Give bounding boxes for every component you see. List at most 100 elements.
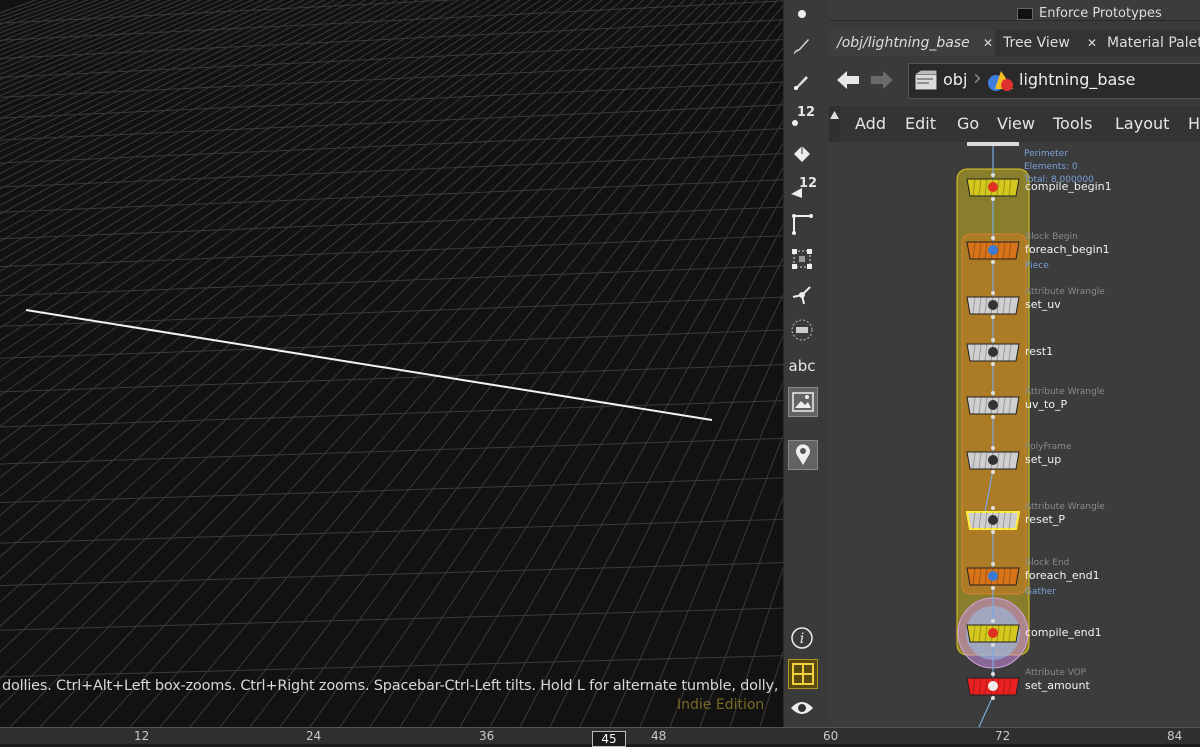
node-input xyxy=(991,173,995,177)
network-editor-pane: Enforce Prototypes /obj/lightning_base ✕… xyxy=(821,0,1200,727)
node-input xyxy=(991,391,995,395)
wire xyxy=(978,695,994,727)
display-12-icon[interactable]: 12 xyxy=(788,174,818,202)
node-input xyxy=(991,338,995,342)
scene-viewport[interactable]: dollies. Ctrl+Alt+Left box-zooms. Ctrl+R… xyxy=(0,0,783,727)
node-type-label: Attribute Wrangle xyxy=(1025,287,1105,297)
grid-view-icon[interactable] xyxy=(788,659,818,689)
viewport-hint-text: dollies. Ctrl+Alt+Left box-zooms. Ctrl+R… xyxy=(2,678,779,694)
paint-bucket-icon[interactable] xyxy=(788,139,816,167)
menu-layout[interactable]: Layout xyxy=(1115,114,1169,133)
node-name-compile_end1[interactable]: compile_end1 xyxy=(1025,626,1102,639)
timeline-tick: 12 xyxy=(134,729,150,743)
node-icon xyxy=(988,400,998,410)
current-frame-marker[interactable]: 45 xyxy=(592,731,626,747)
node-input xyxy=(991,562,995,566)
snap-12-icon[interactable]: 12 xyxy=(788,103,816,131)
pin-icon[interactable] xyxy=(788,440,818,470)
tab-network-path[interactable]: /obj/lightning_base ✕ xyxy=(829,30,999,56)
node-icon xyxy=(988,347,998,357)
node-icon xyxy=(988,245,998,255)
node-name-reset_P[interactable]: reset_P xyxy=(1025,513,1065,526)
network-path[interactable]: obj › lightning_base xyxy=(908,63,1200,99)
node-type-label: Attribute Wrangle xyxy=(1025,387,1105,397)
node-input xyxy=(991,619,995,623)
node-icon xyxy=(988,515,998,525)
node-icon xyxy=(988,182,998,192)
menu-tools[interactable]: Tools xyxy=(1053,114,1092,133)
upstream-node-edge xyxy=(967,142,1019,146)
path-root[interactable]: obj xyxy=(943,70,967,89)
node-icon xyxy=(988,455,998,465)
svg-text:i: i xyxy=(800,631,804,647)
node-type-label: Attribute Wrangle xyxy=(1025,502,1105,512)
node-input xyxy=(991,672,995,676)
transform-handle-icon[interactable] xyxy=(788,281,816,309)
menu-help[interactable]: H xyxy=(1188,114,1200,133)
tab-label: Material Palette xyxy=(1107,35,1200,51)
back-arrow-icon[interactable] xyxy=(835,69,861,97)
network-canvas[interactable]: Perimeter Elements: 0 Total: 8.000000 co… xyxy=(829,142,1200,727)
node-name-rest1[interactable]: rest1 xyxy=(1025,345,1053,358)
obj-context-icon xyxy=(914,69,938,91)
node-icon xyxy=(988,681,998,691)
network-graph xyxy=(956,142,1030,727)
angle-icon[interactable] xyxy=(788,210,816,238)
enforce-prototypes-checkbox[interactable] xyxy=(1017,8,1033,20)
tab-material-palette[interactable]: Material Palette xyxy=(1099,30,1200,56)
node-name-uv_to_P[interactable]: uv_to_P xyxy=(1025,398,1067,411)
node-type-label: PolyFrame xyxy=(1025,442,1072,452)
timeline-tick: 60 xyxy=(823,729,839,743)
brush-icon[interactable] xyxy=(788,32,816,60)
select-icon[interactable] xyxy=(788,0,816,28)
node-icon xyxy=(988,628,998,638)
forward-arrow-icon[interactable] xyxy=(869,69,895,97)
viewport-side-toolbar: 12 12 abc i xyxy=(783,0,822,727)
node-name-foreach_end1[interactable]: foreach_end1 xyxy=(1025,569,1100,582)
eye-icon[interactable] xyxy=(788,694,816,722)
tab-tree-view[interactable]: Tree View ✕ xyxy=(995,30,1103,56)
menu-edit[interactable]: Edit xyxy=(905,114,936,133)
node-output xyxy=(991,696,995,700)
node-icon xyxy=(988,300,998,310)
snap-12-label: 12 xyxy=(797,105,816,120)
node-input xyxy=(991,236,995,240)
menu-view[interactable]: View xyxy=(997,114,1035,133)
path-current[interactable]: lightning_base xyxy=(1019,70,1135,89)
timeline-bar[interactable]: 12 24 36 48 60 72 84 45 xyxy=(0,727,1200,747)
close-icon[interactable]: ✕ xyxy=(1087,30,1097,56)
background-image-icon[interactable] xyxy=(788,387,818,417)
node-icon xyxy=(988,571,998,581)
menu-go[interactable]: Go xyxy=(957,114,979,133)
node-type-label: Block End xyxy=(1025,558,1070,568)
node-output xyxy=(991,470,995,474)
node-name-compile_begin1[interactable]: compile_begin1 xyxy=(1025,180,1112,193)
info-icon[interactable]: i xyxy=(788,624,816,652)
ghost-icon[interactable] xyxy=(788,316,816,344)
node-name-set_uv[interactable]: set_uv xyxy=(1025,298,1061,311)
node-name-foreach_begin1[interactable]: foreach_begin1 xyxy=(1025,243,1110,256)
pen-icon[interactable] xyxy=(788,67,816,95)
menu-add[interactable]: Add xyxy=(855,114,886,133)
node-name-set_amount[interactable]: set_amount xyxy=(1025,679,1090,692)
node-output xyxy=(991,643,995,647)
node-input xyxy=(991,291,995,295)
edition-watermark: Indie Edition xyxy=(677,697,765,713)
perimeter-info-title: Perimeter xyxy=(1024,149,1068,159)
pane-tabs: /obj/lightning_base ✕ Tree View ✕ Materi… xyxy=(829,30,1200,56)
bounding-box-icon[interactable] xyxy=(788,245,816,273)
path-separator-icon: › xyxy=(973,66,982,91)
timeline-tick: 48 xyxy=(651,729,667,743)
tab-label: /obj/lightning_base xyxy=(837,35,970,51)
close-icon[interactable]: ✕ xyxy=(983,30,993,56)
display-12-label: 12 xyxy=(799,176,818,191)
geometry-node-icon xyxy=(988,71,1013,91)
timeline-tick: 36 xyxy=(479,729,495,743)
node-output xyxy=(991,260,995,264)
node-info-label: Piece xyxy=(1025,261,1049,271)
text-abc-icon[interactable]: abc xyxy=(788,352,816,380)
node-input xyxy=(991,506,995,510)
timeline-tick: 84 xyxy=(1167,729,1183,743)
node-name-set_up[interactable]: set_up xyxy=(1025,453,1061,466)
perimeter-info-elements: Elements: 0 xyxy=(1024,162,1078,172)
